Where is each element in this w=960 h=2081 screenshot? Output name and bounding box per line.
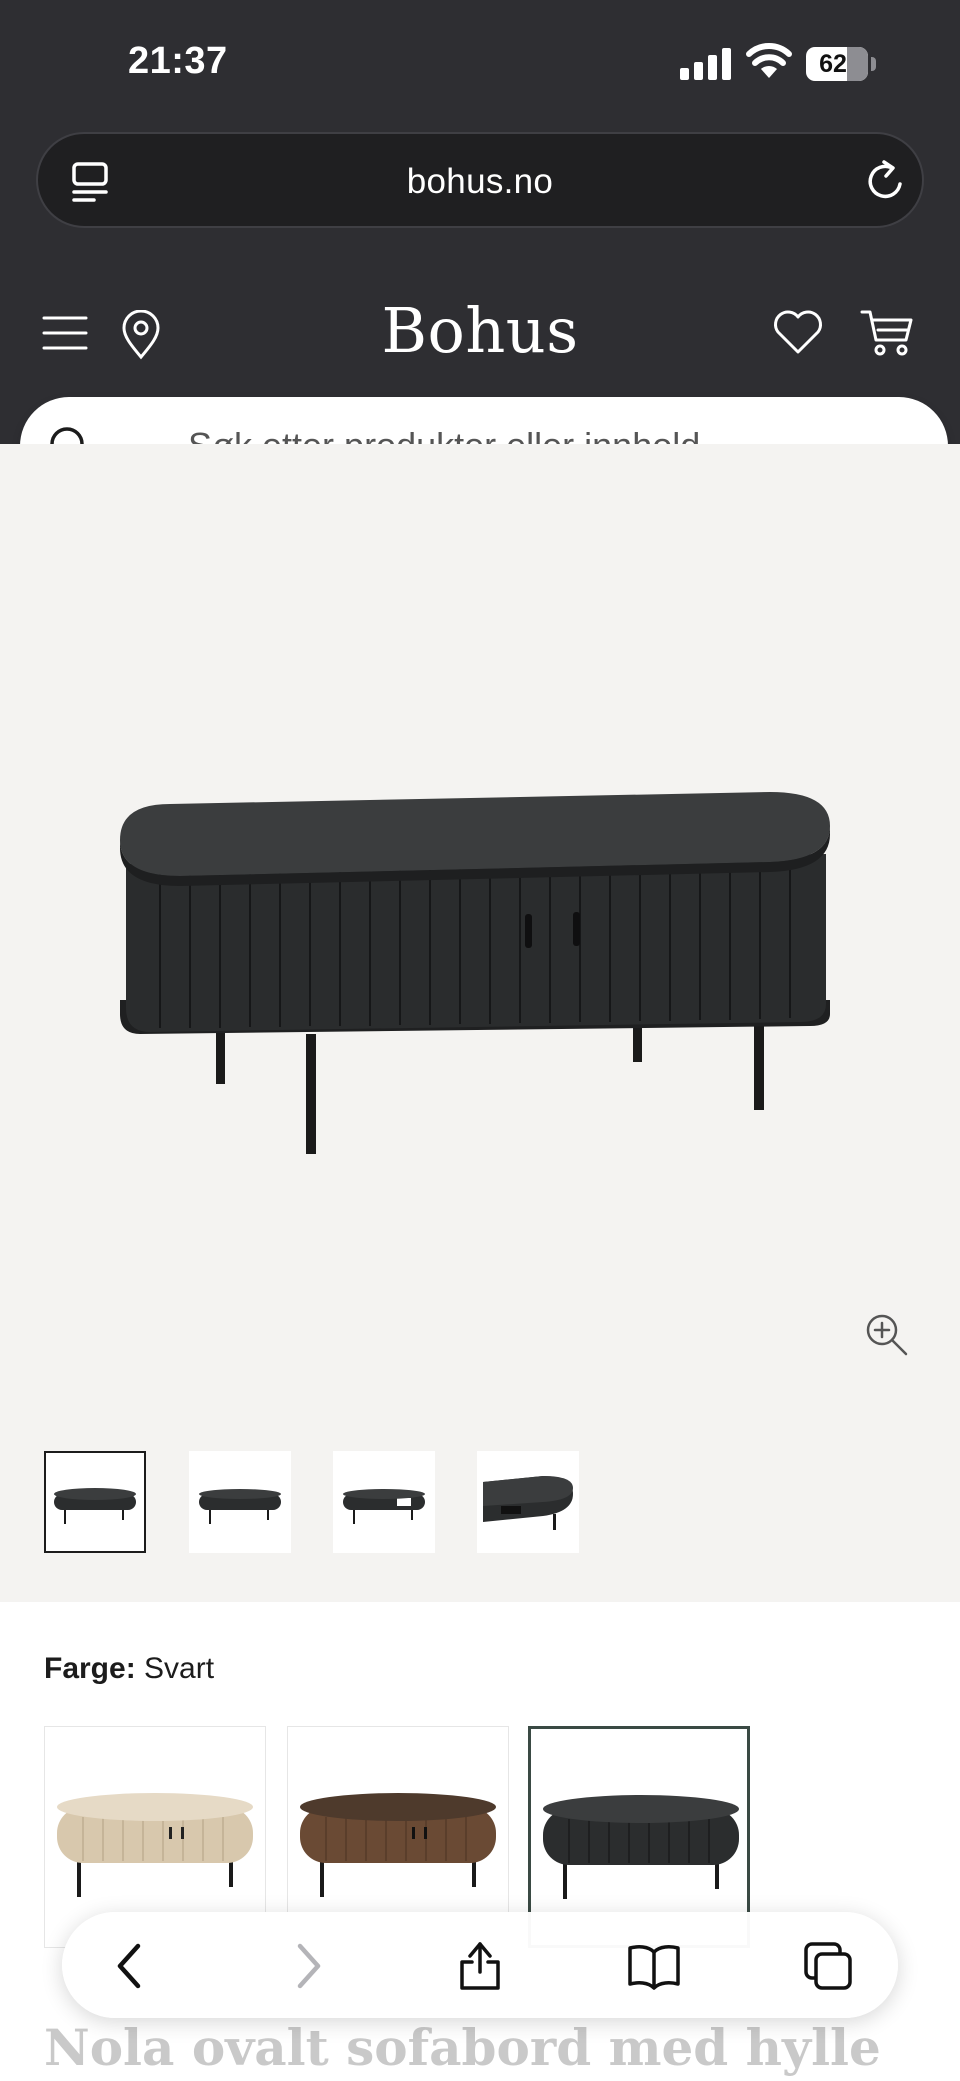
chevron-left-icon bbox=[117, 1943, 141, 1989]
product-main-image[interactable] bbox=[120, 764, 840, 1164]
browser-toolbar bbox=[62, 1912, 898, 2018]
cellular-signal-icon bbox=[680, 48, 731, 80]
favorites-heart-icon[interactable] bbox=[772, 308, 824, 356]
color-label-key: Farge: bbox=[44, 1652, 136, 1685]
thumbnail-image bbox=[483, 1476, 573, 1530]
zoom-in-icon[interactable] bbox=[864, 1312, 908, 1356]
color-selected-value: Svart bbox=[144, 1652, 215, 1685]
brand-logo[interactable]: Bohus bbox=[330, 294, 630, 367]
status-time: 21:37 bbox=[128, 40, 228, 82]
tabs-icon bbox=[804, 1942, 852, 1990]
share-icon bbox=[460, 1942, 500, 1990]
location-pin-icon[interactable] bbox=[120, 310, 162, 360]
swatch-image-light-oak bbox=[57, 1793, 253, 1897]
status-bar: 21:37 62 bbox=[0, 0, 960, 120]
tabs-button[interactable] bbox=[800, 1938, 856, 1994]
battery-cap bbox=[871, 57, 876, 71]
gallery-thumbnail-2[interactable] bbox=[189, 1451, 291, 1553]
battery-indicator: 62 bbox=[806, 47, 868, 81]
color-label: Farge: Svart bbox=[44, 1652, 214, 1686]
menu-icon[interactable] bbox=[42, 314, 88, 352]
address-bar[interactable]: bohus.no bbox=[36, 132, 924, 228]
product-title: Nola ovalt sofabord med hylle bbox=[44, 2018, 881, 2077]
back-button[interactable] bbox=[104, 1938, 160, 1994]
swatch-image-walnut bbox=[300, 1793, 496, 1897]
gallery-thumbnail-1[interactable] bbox=[44, 1451, 146, 1553]
product-gallery bbox=[0, 444, 960, 1602]
thumbnail-image bbox=[54, 1488, 136, 1524]
gallery-thumbnail-3[interactable] bbox=[333, 1451, 435, 1553]
battery-level: 62 bbox=[819, 49, 847, 78]
book-icon bbox=[628, 1945, 680, 1990]
url-text[interactable]: bohus.no bbox=[38, 162, 922, 202]
shopping-cart-icon[interactable] bbox=[860, 308, 914, 358]
reload-icon[interactable] bbox=[864, 158, 908, 204]
forward-button[interactable] bbox=[278, 1938, 334, 1994]
share-button[interactable] bbox=[452, 1938, 508, 1994]
bookmarks-button[interactable] bbox=[626, 1938, 682, 1994]
thumbnail-image bbox=[199, 1489, 281, 1524]
wifi-icon bbox=[746, 43, 792, 78]
chevron-right-icon bbox=[297, 1943, 321, 1989]
thumbnail-image bbox=[343, 1489, 425, 1524]
swatch-image-black bbox=[543, 1795, 739, 1899]
gallery-thumbnail-4[interactable] bbox=[477, 1451, 579, 1553]
